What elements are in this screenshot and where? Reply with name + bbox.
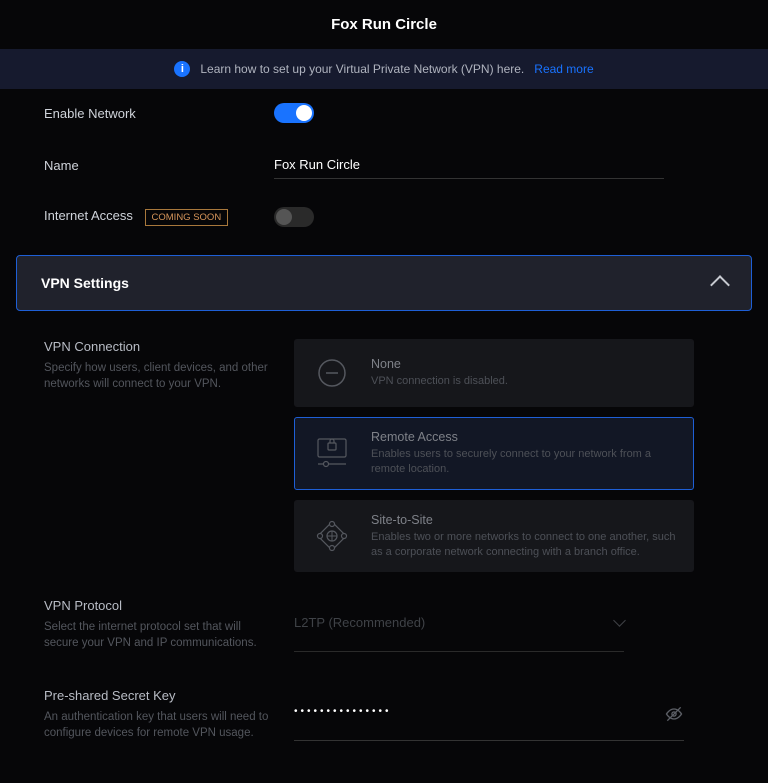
eye-off-icon[interactable] [664,704,684,724]
remote-access-icon [311,432,353,474]
option-desc: Enables two or more networks to connect … [371,530,677,560]
none-icon [311,352,353,394]
secret-title: Pre-shared Secret Key [44,688,274,703]
option-desc: Enables users to securely connect to you… [371,447,677,477]
name-label: Name [44,158,274,173]
vpn-settings-title: VPN Settings [41,275,129,291]
read-more-link[interactable]: Read more [534,62,593,76]
internet-access-toggle[interactable] [274,207,314,227]
option-title: Remote Access [371,430,677,444]
vpn-connection-title: VPN Connection [44,339,274,354]
info-icon: i [174,61,190,77]
option-title: Site-to-Site [371,513,677,527]
vpn-option-site-to-site[interactable]: Site-to-Site Enables two or more network… [294,500,694,573]
internet-access-label: Internet Access COMING SOON [44,208,274,226]
coming-soon-badge: COMING SOON [145,209,229,226]
site-to-site-icon [311,515,353,557]
option-title: None [371,357,508,371]
vpn-settings-panel-header[interactable]: VPN Settings [16,255,752,311]
page-title: Fox Run Circle [0,0,768,49]
chevron-down-icon [613,614,626,627]
option-desc: VPN connection is disabled. [371,374,508,389]
enable-network-label: Enable Network [44,106,274,121]
vpn-protocol-value: L2TP (Recommended) [294,615,425,630]
name-input[interactable] [274,151,664,179]
vpn-option-none[interactable]: None VPN connection is disabled. [294,339,694,407]
vpn-protocol-title: VPN Protocol [44,598,274,613]
info-banner: i Learn how to set up your Virtual Priva… [0,49,768,89]
banner-text: Learn how to set up your Virtual Private… [200,62,524,76]
vpn-protocol-select[interactable]: L2TP (Recommended) [294,598,624,651]
secret-desc: An authentication key that users will ne… [44,709,274,741]
chevron-up-icon [710,275,730,295]
secret-input[interactable]: ••••••••••••••• [294,706,664,721]
vpn-protocol-desc: Select the internet protocol set that wi… [44,619,274,651]
enable-network-toggle[interactable] [274,103,314,123]
vpn-connection-desc: Specify how users, client devices, and o… [44,360,274,392]
vpn-option-remote-access[interactable]: Remote Access Enables users to securely … [294,417,694,490]
